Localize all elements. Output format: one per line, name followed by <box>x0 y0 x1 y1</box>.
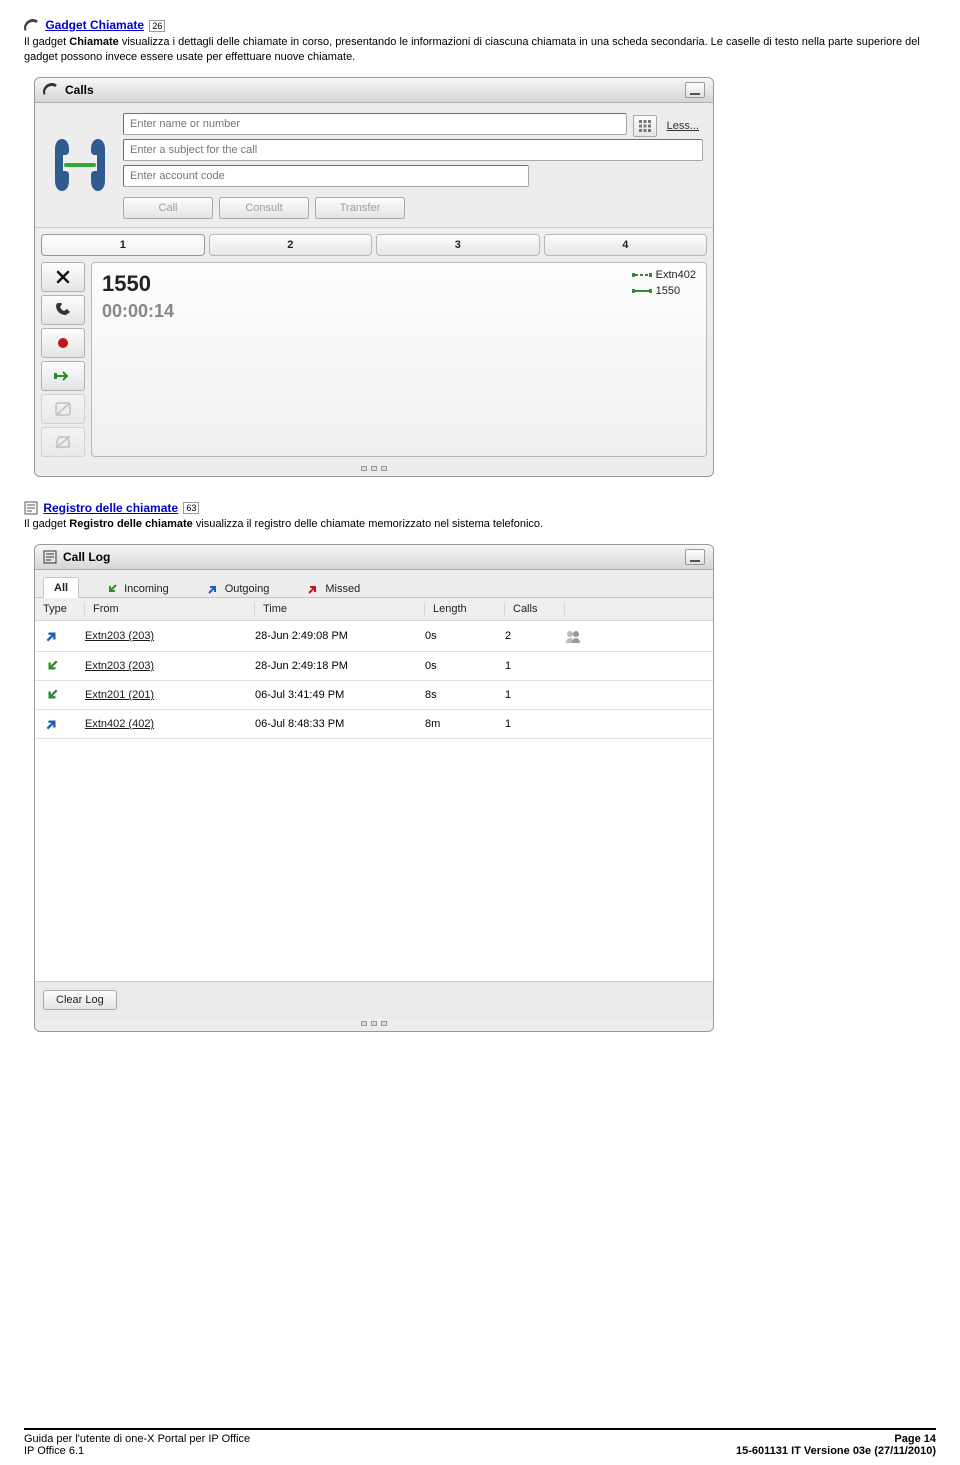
call-direction-icon <box>35 659 85 673</box>
call-direction-icon <box>35 688 85 702</box>
drop-call-button[interactable] <box>41 262 85 292</box>
active-call-panel: 1550 00:00:14 Extn402 1550 <box>91 262 707 457</box>
resize-handle[interactable] <box>35 1018 713 1031</box>
log-length: 8m <box>425 718 505 730</box>
link-gadget-chiamate[interactable]: Gadget Chiamate <box>45 18 144 32</box>
log-length: 0s <box>425 660 505 672</box>
footer-right-1: Page 14 <box>894 1433 936 1445</box>
log-icon <box>43 550 57 564</box>
record-button[interactable] <box>41 328 85 358</box>
side-call-2[interactable]: 1550 <box>632 285 696 297</box>
call-direction-icon <box>35 629 85 643</box>
log-from-link[interactable]: Extn203 (203) <box>85 660 154 672</box>
page-footer: Guida per l'utente di one-X Portal per I… <box>0 1428 960 1457</box>
minimize-button[interactable] <box>685 82 705 98</box>
log-row: Extn201 (201) 06-Jul 3:41:49 PM8s1 <box>35 681 713 710</box>
log-tab-incoming[interactable]: Incoming <box>95 578 180 598</box>
log-row: Extn203 (203) 28-Jun 2:49:18 PM0s1 <box>35 652 713 681</box>
log-from-link[interactable]: Extn203 (203) <box>85 630 154 642</box>
subject-input[interactable] <box>123 139 703 161</box>
handset-icon <box>45 113 115 197</box>
active-call-timer: 00:00:14 <box>102 301 696 322</box>
consult-button[interactable]: Consult <box>219 197 309 219</box>
calls-gadget-title: Calls <box>65 83 94 97</box>
section-gadget-chiamate-heading: Gadget Chiamate 26 <box>24 18 936 33</box>
side-call-1[interactable]: Extn402 <box>632 269 696 281</box>
log-time: 06-Jul 3:41:49 PM <box>255 689 425 701</box>
footer-left-2: IP Office 6.1 <box>24 1445 84 1457</box>
call-tabs: 1 2 3 4 <box>35 228 713 256</box>
minimize-button[interactable] <box>685 549 705 565</box>
call-tab-2[interactable]: 2 <box>209 234 373 256</box>
log-tab-all[interactable]: All <box>43 577 79 598</box>
call-tab-4[interactable]: 4 <box>544 234 708 256</box>
pageref-chiamate: 26 <box>149 20 165 32</box>
link-registro-chiamate[interactable]: Registro delle chiamate <box>43 501 178 515</box>
name-number-input[interactable] <box>123 113 627 135</box>
held-call-icon <box>632 270 652 280</box>
hold-call-button[interactable] <box>41 295 85 325</box>
phone-icon <box>24 19 40 33</box>
log-tab-missed[interactable]: Missed <box>296 578 371 598</box>
footer-left-1: Guida per l'utente di one-X Portal per I… <box>24 1433 250 1445</box>
log-columns: Type From Time Length Calls <box>35 598 713 621</box>
log-count: 1 <box>505 660 565 672</box>
incoming-icon <box>106 583 118 595</box>
call-log-header: Call Log <box>35 545 713 570</box>
transfer-button[interactable]: Transfer <box>315 197 405 219</box>
less-link[interactable]: Less... <box>663 120 703 132</box>
log-row: Extn402 (402) 06-Jul 8:48:33 PM8m1 <box>35 710 713 739</box>
log-count: 1 <box>505 689 565 701</box>
outgoing-icon <box>207 583 219 595</box>
calls-gadget: Calls Less... <box>34 77 714 477</box>
log-length: 8s <box>425 689 505 701</box>
para-registro: Il gadget Registro delle chiamate visual… <box>24 517 936 532</box>
call-log-gadget: Call Log All Incoming Outgoing Missed Ty… <box>34 544 714 1032</box>
transfer-call-button[interactable] <box>41 361 85 391</box>
action-disabled-1 <box>41 394 85 424</box>
log-time: 28-Jun 2:49:18 PM <box>255 660 425 672</box>
account-code-input[interactable] <box>123 165 529 187</box>
connected-call-icon <box>632 286 652 296</box>
log-time: 28-Jun 2:49:08 PM <box>255 630 425 642</box>
call-tab-1[interactable]: 1 <box>41 234 205 256</box>
active-call-number: 1550 <box>102 271 696 297</box>
log-count: 1 <box>505 718 565 730</box>
para-gadget-chiamate: Il gadget Chiamate visualizza i dettagli… <box>24 35 936 65</box>
dialpad-button[interactable] <box>633 115 657 137</box>
footer-right-2: 15-601131 IT Versione 03e (27/11/2010) <box>736 1445 936 1457</box>
call-button[interactable]: Call <box>123 197 213 219</box>
log-row: Extn203 (203) 28-Jun 2:49:08 PM0s2 <box>35 621 713 652</box>
log-length: 0s <box>425 630 505 642</box>
log-count: 2 <box>505 630 565 642</box>
calls-gadget-header: Calls <box>35 78 713 103</box>
call-direction-icon <box>35 717 85 731</box>
log-time: 06-Jul 8:48:33 PM <box>255 718 425 730</box>
call-tab-3[interactable]: 3 <box>376 234 540 256</box>
section-registro-heading: Registro delle chiamate 63 <box>24 501 936 516</box>
log-action-icon[interactable] <box>565 628 713 644</box>
missed-icon <box>307 583 319 595</box>
log-body: Extn203 (203)28-Jun 2:49:08 PM0s2Extn203… <box>35 621 713 981</box>
pageref-registro: 63 <box>183 502 199 514</box>
log-tab-outgoing[interactable]: Outgoing <box>196 578 281 598</box>
log-icon <box>24 501 38 515</box>
call-log-title: Call Log <box>63 550 110 564</box>
log-from-link[interactable]: Extn402 (402) <box>85 718 154 730</box>
log-from-link[interactable]: Extn201 (201) <box>85 689 154 701</box>
clear-log-button[interactable]: Clear Log <box>43 990 117 1010</box>
phone-icon <box>43 83 59 97</box>
action-disabled-2 <box>41 427 85 457</box>
resize-handle[interactable] <box>35 463 713 476</box>
